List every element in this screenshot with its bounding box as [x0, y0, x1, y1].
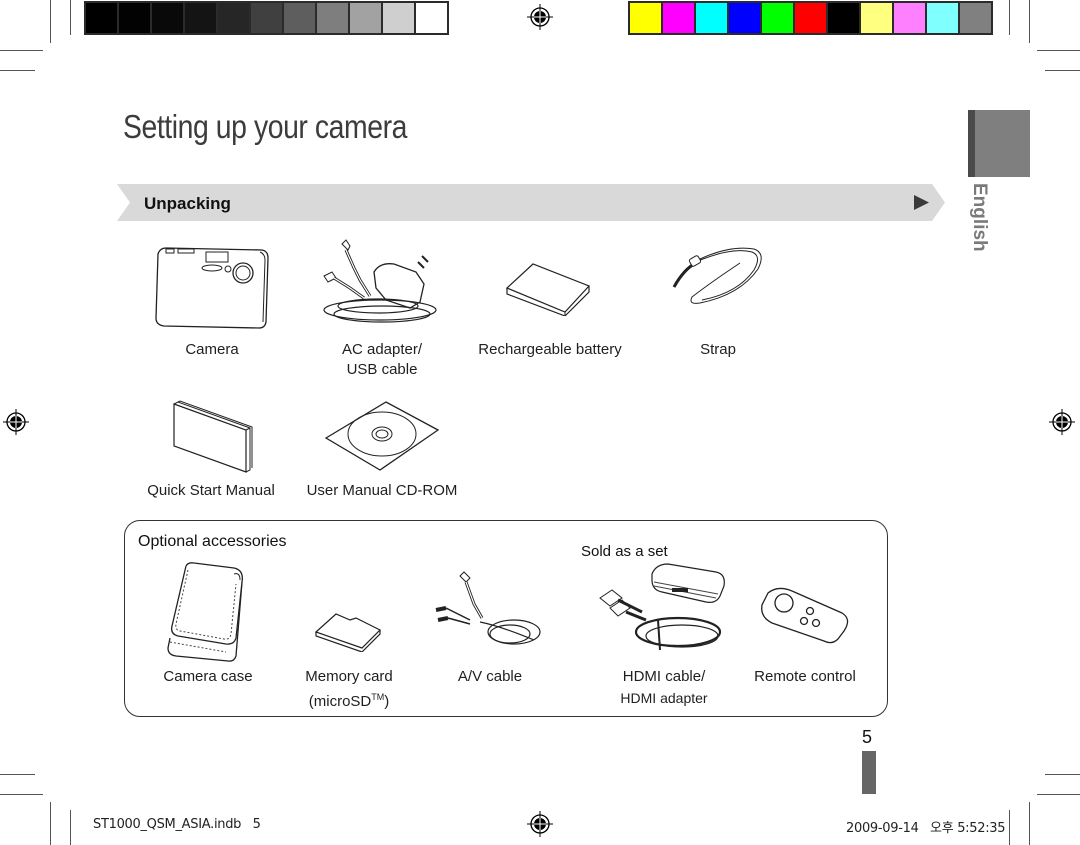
color-swatch: [317, 3, 348, 33]
item-label-hdmi-adapter: HDMI adapter: [620, 690, 708, 706]
color-swatch: [696, 3, 727, 33]
color-swatch: [861, 3, 892, 33]
item-label-av-cable: A/V cable: [457, 668, 523, 685]
color-swatch: [630, 3, 661, 33]
item-label-battery: Rechargeable battery: [478, 341, 622, 358]
crop-mark: [1045, 774, 1080, 775]
item-label-usb-cable: USB cable: [346, 361, 418, 378]
camera-icon: [155, 247, 269, 329]
crop-mark: [0, 50, 43, 51]
memory-card-icon: [314, 613, 382, 652]
crop-mark: [70, 810, 71, 845]
language-tab-block: [968, 110, 1030, 177]
grayscale-color-bar: [84, 1, 449, 35]
microsd-close: ): [384, 693, 390, 710]
camera-case-icon: [167, 562, 243, 662]
cmyk-color-bar: [628, 1, 993, 35]
color-swatch: [350, 3, 381, 33]
ac-adapter-icon: [323, 239, 437, 323]
cd-rom-icon: [324, 401, 440, 471]
color-swatch: [729, 3, 760, 33]
language-tab-label: English: [969, 183, 990, 252]
battery-icon: [505, 263, 591, 316]
item-label-memory-card: Memory card: [305, 668, 393, 685]
footer-timestamp: 2009-09-14 오후 5:52:35: [846, 821, 1006, 836]
item-label-camera-case: Camera case: [163, 668, 253, 685]
item-label-hdmi-cable: HDMI cable/: [622, 668, 706, 685]
color-swatch: [762, 3, 793, 33]
color-swatch: [416, 3, 447, 33]
crop-mark: [1029, 802, 1030, 845]
optional-accessories-heading: Optional accessories: [138, 533, 287, 550]
section-heading-unpacking: Unpacking: [144, 194, 231, 213]
crop-mark: [50, 802, 51, 845]
item-label-camera: Camera: [185, 341, 239, 358]
color-swatch: [218, 3, 249, 33]
color-swatch: [383, 3, 414, 33]
color-swatch: [960, 3, 991, 33]
crop-mark: [1037, 794, 1080, 795]
crop-mark: [0, 774, 35, 775]
item-label-strap: Strap: [700, 341, 736, 358]
crop-mark: [70, 0, 71, 35]
page-number-bar: [862, 751, 876, 794]
strap-icon: [672, 247, 762, 304]
registration-mark-icon: [527, 4, 553, 30]
color-swatch: [795, 3, 826, 33]
registration-mark-icon: [1049, 409, 1075, 435]
color-swatch: [86, 3, 117, 33]
item-label-ac-adapter: AC adapter/: [341, 341, 423, 358]
language-tab: English: [962, 183, 992, 253]
color-swatch: [663, 3, 694, 33]
item-label-remote-control: Remote control: [754, 668, 856, 685]
section-header-band: [117, 184, 945, 221]
crop-mark: [1009, 0, 1010, 35]
color-swatch: [251, 3, 282, 33]
page-number: 5: [862, 727, 873, 747]
crop-mark: [0, 70, 35, 71]
item-label-cd-rom: User Manual CD-ROM: [306, 482, 458, 499]
sold-as-set-heading: Sold as a set: [581, 543, 668, 560]
trademark-sup: TM: [371, 692, 385, 702]
color-swatch: [894, 3, 925, 33]
page-title: Setting up your camera: [123, 108, 407, 145]
crop-mark: [1029, 0, 1030, 43]
crop-mark: [0, 794, 43, 795]
color-swatch: [284, 3, 315, 33]
color-swatch: [119, 3, 150, 33]
registration-mark-icon: [527, 811, 553, 837]
language-tab-stripe: [968, 110, 975, 177]
item-label-quick-start-manual: Quick Start Manual: [147, 482, 275, 499]
remote-control-icon: [761, 587, 849, 644]
microsd-text: (microSD: [308, 693, 372, 710]
color-swatch: [828, 3, 859, 33]
color-swatch: [185, 3, 216, 33]
crop-mark: [1045, 70, 1080, 71]
crop-mark: [1009, 810, 1010, 845]
manual-icon: [173, 400, 253, 473]
crop-mark: [50, 0, 51, 43]
footer-filename: ST1000_QSM_ASIA.indb 5: [93, 817, 261, 832]
hdmi-cable-icon: [599, 563, 725, 651]
color-swatch: [927, 3, 958, 33]
color-swatch: [152, 3, 183, 33]
item-label-microsd: (microSDTM): [284, 687, 414, 712]
registration-mark-icon: [3, 409, 29, 435]
crop-mark: [1037, 50, 1080, 51]
av-cable-icon: [435, 571, 541, 645]
